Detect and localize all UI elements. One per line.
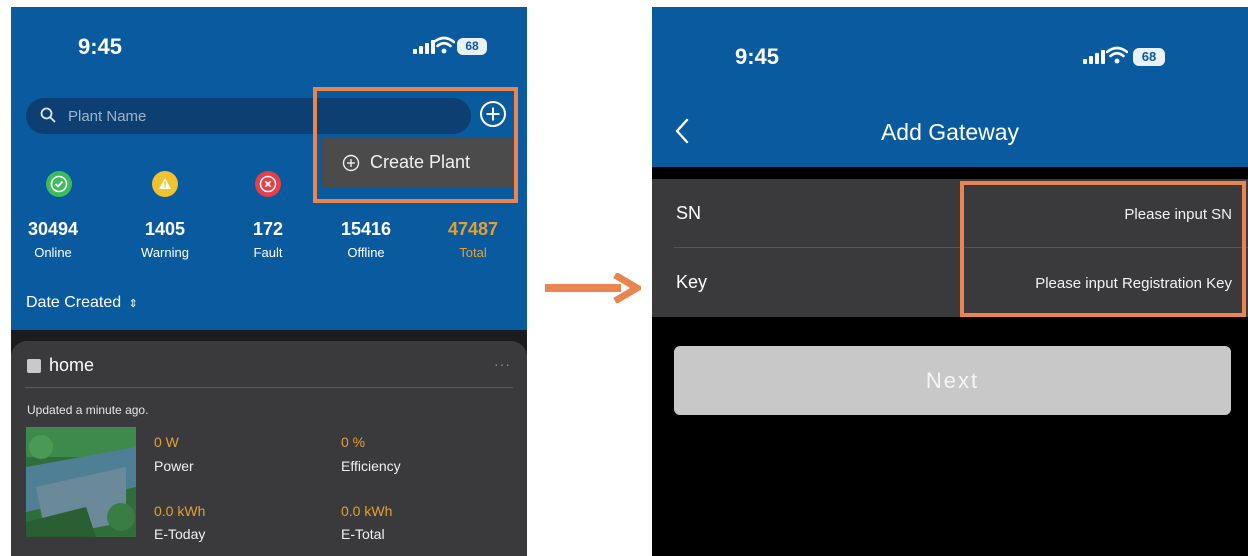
fault-count: 172 xyxy=(252,219,284,239)
total-count: 47487 xyxy=(447,219,499,239)
transition-arrow-icon xyxy=(545,273,641,303)
plant-list-screen: 9:45 68 30494 Online 1405 Warning 172 xyxy=(11,7,527,556)
e-total-label: E-Total xyxy=(341,526,385,542)
online-label: Online xyxy=(34,245,72,260)
sort-label: Date Created xyxy=(26,294,122,311)
plant-card[interactable]: home ··· Updated a minute ago. 0 W Power… xyxy=(11,341,527,556)
more-options-icon[interactable]: ··· xyxy=(494,356,511,372)
sn-label: SN xyxy=(676,203,702,223)
e-today-label: E-Today xyxy=(154,526,206,542)
power-label: Power xyxy=(154,458,194,474)
search-icon xyxy=(40,107,56,123)
next-button[interactable]: Next xyxy=(674,346,1231,415)
add-circle-icon xyxy=(342,154,360,171)
signal-icon xyxy=(413,40,435,54)
efficiency-label: Efficiency xyxy=(341,458,401,474)
wifi-icon xyxy=(433,36,455,54)
e-total-value: 0.0 kWh xyxy=(341,503,393,519)
status-time: 9:45 xyxy=(78,34,123,59)
plant-thumbnail-image xyxy=(26,427,136,537)
highlight-box xyxy=(960,181,1246,317)
key-label: Key xyxy=(676,272,708,292)
offline-label: Offline xyxy=(347,245,385,260)
plant-icon xyxy=(27,358,41,373)
battery-indicator: 68 xyxy=(1133,48,1165,66)
page-title: Add Gateway xyxy=(880,119,1020,145)
warning-count: 1405 xyxy=(144,219,186,239)
online-count: 30494 xyxy=(27,219,79,239)
plant-card-title: home xyxy=(27,355,94,376)
wifi-icon xyxy=(1106,46,1128,64)
add-gateway-screen: 9:45 68 Add Gateway SN Key Next xyxy=(652,7,1248,556)
offline-count: 15416 xyxy=(340,219,392,239)
fault-status-icon xyxy=(255,171,281,197)
sort-dropdown[interactable]: Date Created ⇕ xyxy=(26,294,138,312)
warning-label: Warning xyxy=(141,245,189,260)
power-value: 0 W xyxy=(154,434,179,450)
warning-status-icon xyxy=(152,171,178,197)
create-plant-label: Create Plant xyxy=(370,152,471,172)
signal-icon xyxy=(1083,50,1105,64)
sort-arrows-icon: ⇕ xyxy=(128,298,138,310)
status-time: 9:45 xyxy=(735,44,780,69)
e-today-value: 0.0 kWh xyxy=(154,503,206,519)
plant-name: home xyxy=(49,355,95,375)
divider xyxy=(25,387,513,388)
updated-text: Updated a minute ago. xyxy=(27,403,149,417)
status-bar: 9:45 68 xyxy=(11,7,527,87)
total-label: Total xyxy=(459,245,487,260)
create-plant-menu-item[interactable]: Create Plant xyxy=(322,138,514,187)
efficiency-value: 0 % xyxy=(341,434,366,450)
fault-label: Fault xyxy=(253,245,283,260)
battery-indicator: 68 xyxy=(457,38,487,55)
online-status-icon xyxy=(46,171,72,197)
